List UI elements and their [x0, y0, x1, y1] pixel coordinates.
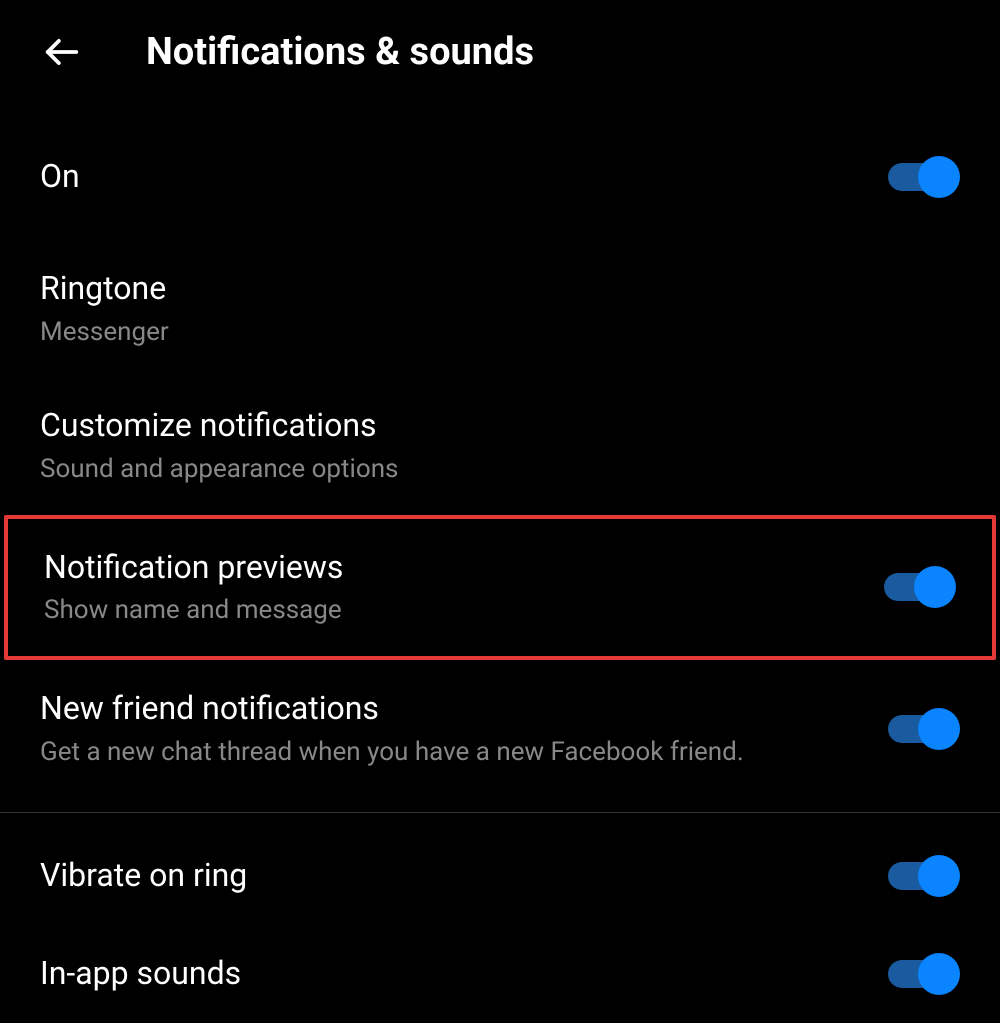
setting-text: Customize notifications Sound and appear…: [40, 405, 398, 486]
setting-notification-previews[interactable]: Notification previews Show name and mess…: [8, 519, 992, 656]
toggle-in-app-sounds[interactable]: [888, 953, 960, 995]
setting-text: Vibrate on ring: [40, 855, 247, 897]
toggle-thumb: [918, 708, 960, 750]
toggle-thumb: [918, 855, 960, 897]
setting-subtitle: Sound and appearance options: [40, 453, 398, 487]
back-button[interactable]: [40, 30, 84, 74]
setting-text: Notification previews Show name and mess…: [44, 547, 343, 628]
arrow-left-icon: [43, 33, 81, 71]
setting-title: Customize notifications: [40, 405, 398, 447]
setting-new-friend[interactable]: New friend notifications Get a new chat …: [0, 660, 1000, 797]
setting-text: Ringtone Messenger: [40, 268, 169, 349]
toggle-thumb: [918, 156, 960, 198]
toggle-on[interactable]: [888, 156, 960, 198]
toggle-vibrate[interactable]: [888, 855, 960, 897]
setting-customize[interactable]: Customize notifications Sound and appear…: [0, 377, 1000, 514]
setting-on[interactable]: On: [0, 114, 1000, 240]
setting-title: Ringtone: [40, 268, 169, 310]
divider: [0, 812, 1000, 813]
setting-title: In-app sounds: [40, 953, 241, 995]
setting-title: Vibrate on ring: [40, 855, 247, 897]
setting-text: On: [40, 156, 80, 198]
setting-subtitle: Show name and message: [44, 594, 343, 628]
header: Notifications & sounds: [0, 0, 1000, 114]
setting-text: In-app sounds: [40, 953, 241, 995]
toggle-new-friend[interactable]: [888, 708, 960, 750]
page-title: Notifications & sounds: [146, 30, 534, 74]
setting-vibrate[interactable]: Vibrate on ring: [0, 827, 1000, 925]
highlight-box: Notification previews Show name and mess…: [4, 515, 996, 660]
toggle-thumb: [914, 566, 956, 608]
setting-title: On: [40, 156, 80, 198]
setting-in-app-sounds[interactable]: In-app sounds: [0, 925, 1000, 1023]
setting-title: Notification previews: [44, 547, 343, 589]
settings-list: On Ringtone Messenger Customize notifica…: [0, 114, 1000, 1023]
toggle-thumb: [918, 953, 960, 995]
setting-title: New friend notifications: [40, 688, 744, 730]
setting-subtitle: Get a new chat thread when you have a ne…: [40, 736, 744, 770]
setting-text: New friend notifications Get a new chat …: [40, 688, 744, 769]
setting-subtitle: Messenger: [40, 316, 169, 350]
toggle-previews[interactable]: [884, 566, 956, 608]
setting-ringtone[interactable]: Ringtone Messenger: [0, 240, 1000, 377]
